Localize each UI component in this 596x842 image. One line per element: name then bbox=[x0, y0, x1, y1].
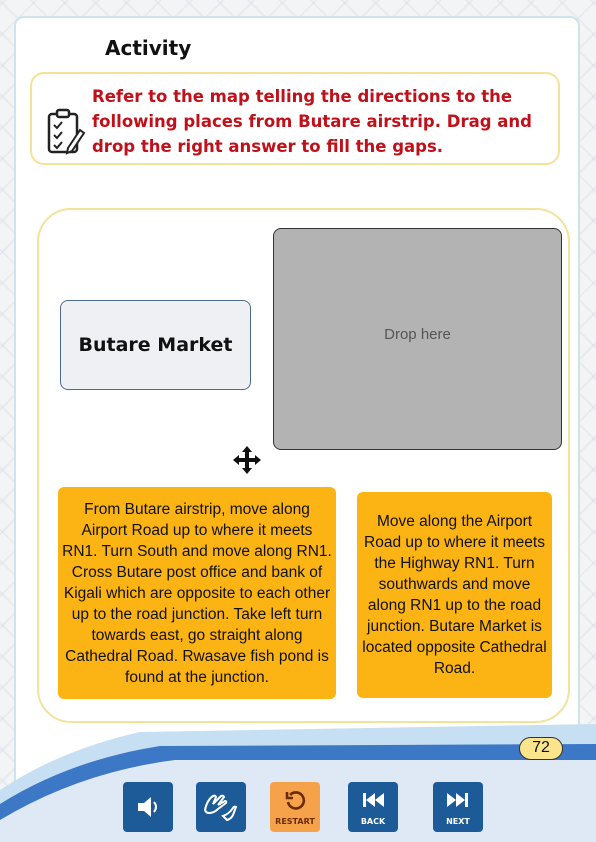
restart-label: RESTART bbox=[275, 817, 315, 826]
instruction-text: Refer to the map telling the directions … bbox=[92, 87, 532, 156]
page-number: 72 bbox=[519, 737, 563, 760]
answer-option-1[interactable]: From Butare airstrip, move along Airport… bbox=[58, 487, 336, 699]
back-button[interactable]: BACK bbox=[348, 782, 398, 832]
back-label: BACK bbox=[360, 817, 386, 826]
sign-language-icon bbox=[203, 794, 238, 822]
next-button[interactable]: NEXT bbox=[433, 782, 483, 832]
next-icon bbox=[447, 793, 468, 807]
checklist-icon bbox=[47, 108, 86, 155]
back-icon bbox=[363, 793, 384, 807]
answer-option-2[interactable]: Move along the Airport Road up to where … bbox=[357, 492, 552, 698]
draggable-place-card[interactable]: Butare Market bbox=[60, 300, 251, 390]
restart-icon bbox=[285, 791, 306, 810]
sign-language-button[interactable] bbox=[196, 782, 246, 832]
drop-zone[interactable]: Drop here bbox=[273, 228, 562, 450]
restart-button[interactable]: RESTART bbox=[270, 782, 320, 832]
move-icon[interactable] bbox=[232, 445, 262, 475]
sound-button[interactable] bbox=[123, 782, 173, 832]
next-label: NEXT bbox=[446, 817, 470, 826]
activity-title: Activity bbox=[105, 36, 192, 60]
drop-zone-placeholder: Drop here bbox=[384, 326, 451, 343]
speaker-icon bbox=[138, 797, 157, 817]
